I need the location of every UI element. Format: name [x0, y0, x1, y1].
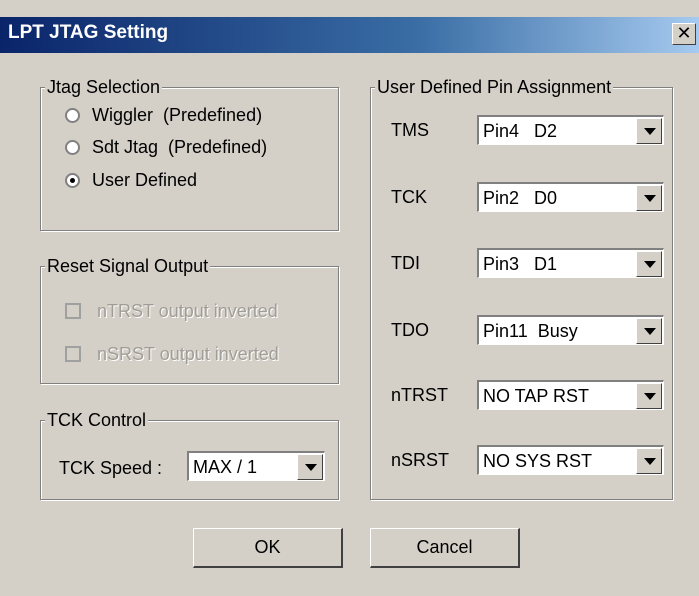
ntrst-value: NO TAP RST — [483, 386, 590, 406]
radio-sdt-jtag-label: Sdt Jtag (Predefined) — [92, 137, 268, 157]
tdo-value: Pin11 Busy — [483, 321, 578, 341]
checkbox-nsrst-label: nSRST output inverted — [97, 344, 279, 364]
checkbox-nsrst-inverted[interactable]: nSRST output inverted — [65, 343, 279, 365]
dropdown-arrow-icon[interactable] — [636, 185, 662, 211]
ok-button[interactable]: OK — [193, 528, 343, 568]
tdi-select[interactable]: Pin3 D1 — [477, 248, 664, 278]
checkbox-icon — [65, 346, 81, 362]
tck-speed-select[interactable]: MAX / 1 — [187, 451, 325, 481]
tck-speed-value: MAX / 1 — [193, 457, 258, 477]
radio-selected-icon — [65, 173, 80, 188]
radio-icon — [65, 140, 80, 155]
tck-speed-label: TCK Speed : — [59, 458, 163, 478]
radio-sdt-jtag[interactable]: Sdt Jtag (Predefined) — [65, 136, 267, 158]
jtag-selection-legend: Jtag Selection — [45, 76, 163, 98]
pin-label-tdi: TDI — [391, 253, 420, 273]
pin-assignment-legend: User Defined Pin Assignment — [375, 76, 614, 98]
radio-wiggler-label: Wiggler (Predefined) — [92, 105, 263, 125]
tms-select[interactable]: Pin4 D2 — [477, 115, 664, 145]
tms-value: Pin4 D2 — [483, 121, 558, 141]
tdo-select[interactable]: Pin11 Busy — [477, 315, 664, 345]
pin-label-nsrst: nSRST — [391, 450, 450, 470]
ntrst-select[interactable]: NO TAP RST — [477, 380, 664, 410]
pin-assignment-group: User Defined Pin Assignment TMS Pin4 D2 … — [370, 76, 673, 500]
radio-user-defined-label: User Defined — [92, 170, 198, 190]
close-button[interactable]: ✕ — [672, 23, 696, 45]
cancel-button-label: Cancel — [416, 537, 473, 557]
dropdown-arrow-icon[interactable] — [636, 448, 662, 474]
dropdown-arrow-icon[interactable] — [636, 118, 662, 144]
pin-label-tms: TMS — [391, 120, 429, 140]
lpt-jtag-setting-dialog: LPT JTAG Setting ✕ Jtag Selection Wiggle… — [0, 0, 699, 596]
dropdown-arrow-icon[interactable] — [636, 318, 662, 344]
ok-button-label: OK — [254, 537, 281, 557]
dialog-content: Jtag Selection Wiggler (Predefined) Sdt … — [0, 53, 699, 596]
radio-wiggler[interactable]: Wiggler (Predefined) — [65, 104, 262, 126]
tck-value: Pin2 D0 — [483, 188, 558, 208]
jtag-selection-group: Jtag Selection Wiggler (Predefined) Sdt … — [40, 76, 339, 231]
close-icon: ✕ — [676, 23, 692, 43]
pin-label-tck: TCK — [391, 187, 427, 207]
tck-control-group: TCK Control TCK Speed : MAX / 1 — [40, 409, 339, 500]
checkbox-icon — [65, 303, 81, 319]
checkbox-ntrst-label: nTRST output inverted — [97, 301, 278, 321]
reset-signal-output-legend: Reset Signal Output — [45, 255, 211, 277]
dropdown-arrow-icon[interactable] — [636, 251, 662, 277]
dropdown-arrow-icon[interactable] — [636, 383, 662, 409]
nsrst-value: NO SYS RST — [483, 451, 593, 471]
checkbox-ntrst-inverted[interactable]: nTRST output inverted — [65, 300, 278, 322]
title-bar[interactable]: LPT JTAG Setting ✕ — [0, 17, 699, 53]
radio-user-defined[interactable]: User Defined — [65, 169, 197, 191]
dropdown-arrow-icon[interactable] — [297, 454, 323, 480]
tck-control-legend: TCK Control — [45, 409, 149, 431]
reset-signal-output-group: Reset Signal Output nTRST output inverte… — [40, 255, 339, 384]
tck-select[interactable]: Pin2 D0 — [477, 182, 664, 212]
tdi-value: Pin3 D1 — [483, 254, 558, 274]
cancel-button[interactable]: Cancel — [370, 528, 520, 568]
pin-label-tdo: TDO — [391, 320, 429, 340]
pin-label-ntrst: nTRST — [391, 385, 449, 405]
radio-icon — [65, 108, 80, 123]
window-title: LPT JTAG Setting — [8, 22, 169, 43]
nsrst-select[interactable]: NO SYS RST — [477, 445, 664, 475]
